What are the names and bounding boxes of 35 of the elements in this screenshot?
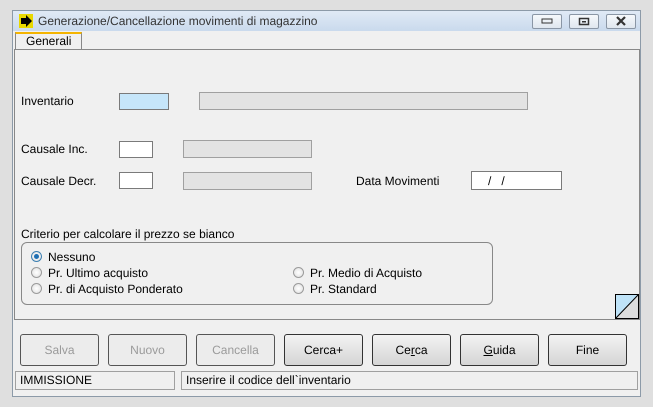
radio-option[interactable]: Nessuno [31,250,293,263]
window-title: Generazione/Cancellazione movimenti di magazzino [38,14,318,28]
action-button[interactable]: Cerca+ [284,334,363,366]
date-field[interactable]: / / [471,171,562,190]
action-button[interactable]: Guida [460,334,539,366]
field-label: Data Movimenti [356,174,440,188]
close-button[interactable] [606,14,636,28]
status-mode: IMMISSIONE [15,371,175,390]
app-icon [19,14,33,28]
radio-button[interactable] [31,267,42,278]
maximize-icon [578,16,590,26]
code-field[interactable] [119,92,169,110]
minimize-button[interactable] [532,14,562,28]
field-label: Causale Decr. [20,174,98,188]
radio-option[interactable]: Pr. Standard [293,282,492,295]
code-field[interactable] [119,172,153,189]
action-button[interactable]: Fine [548,334,627,366]
radio-button[interactable] [293,267,304,278]
tab[interactable]: Generali [15,32,82,49]
field-label: Causale Inc. [20,142,89,156]
page-corner-icon[interactable] [615,294,639,319]
radio-option[interactable]: Pr. Ultimo acquisto [31,266,293,279]
radio-button[interactable] [31,251,42,262]
field-label: Inventario [20,94,75,108]
code-field[interactable] [119,140,153,158]
status-message: Inserire il codice dell`inventario [181,371,638,390]
group-label: Criterio per calcolare il prezzo se bianco [21,227,236,241]
action-button[interactable]: Cerca [372,334,451,366]
radio-button[interactable] [293,283,304,294]
close-icon [615,16,627,26]
minimize-icon [541,18,553,24]
radio-option[interactable]: Pr. Medio di Acquisto [293,266,492,279]
maximize-button[interactable] [569,14,599,28]
radio-option[interactable]: Pr. di Acquisto Ponderato [31,282,293,295]
radio-button[interactable] [31,283,42,294]
